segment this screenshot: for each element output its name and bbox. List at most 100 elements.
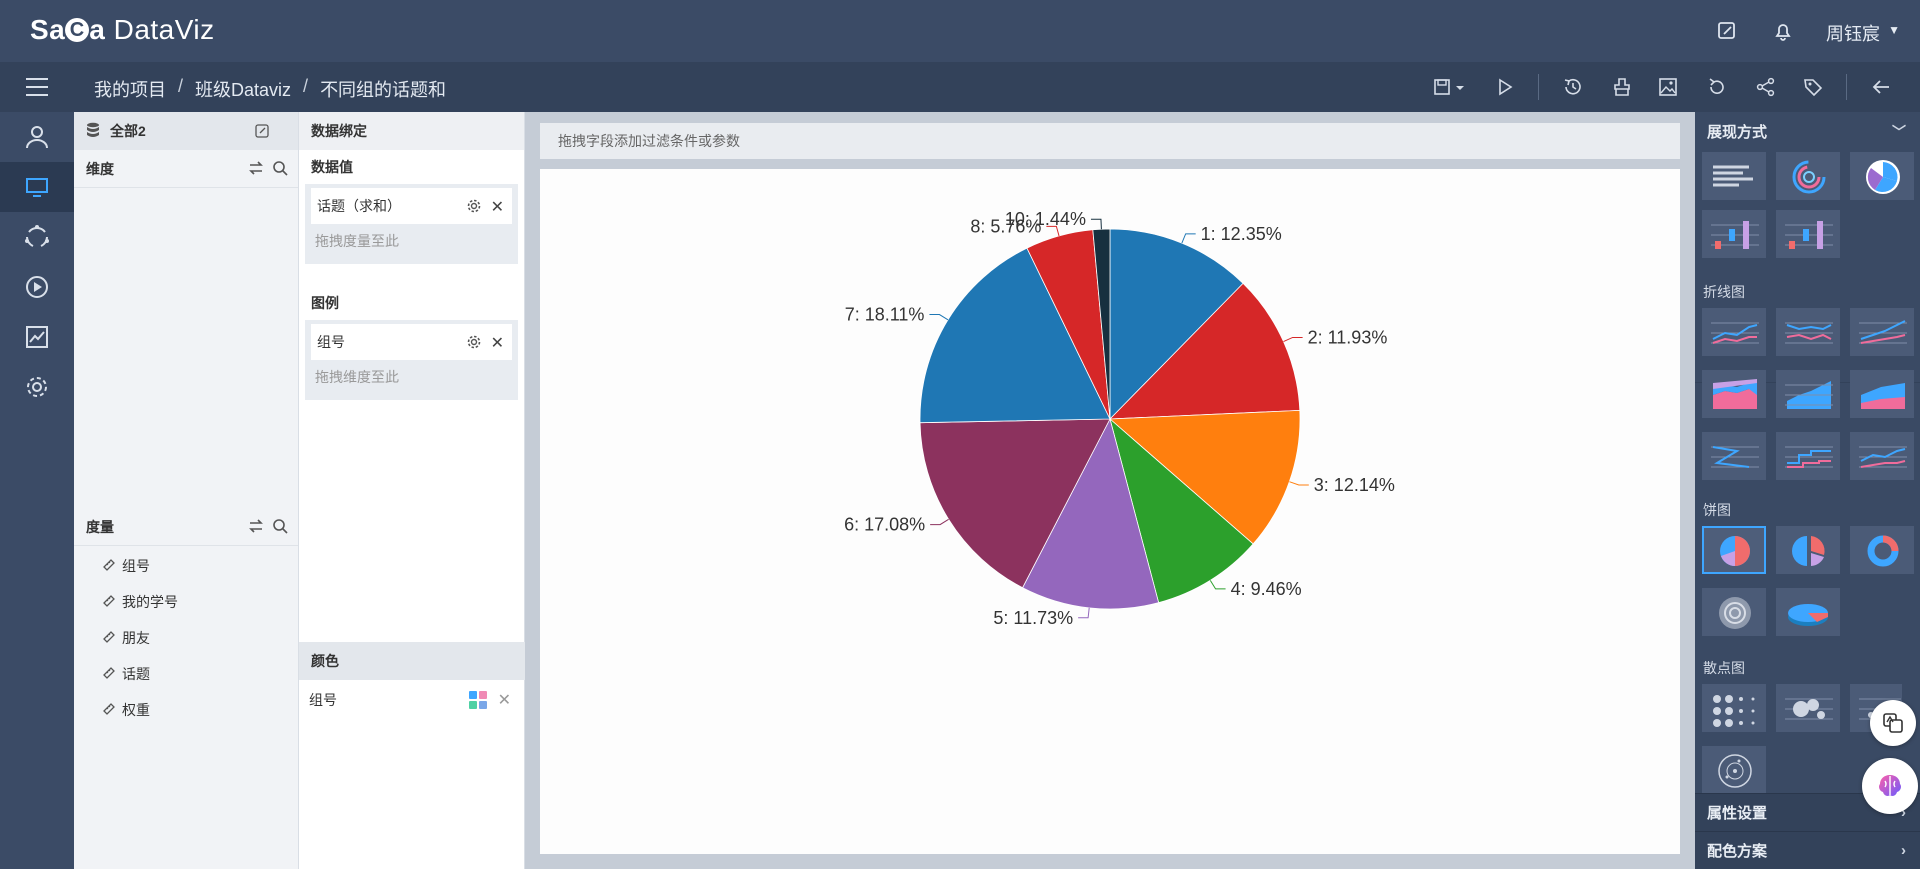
dimension-section-title: 维度 [74,150,298,188]
chart-thumb-step-line[interactable] [1776,432,1840,480]
search-icon[interactable] [272,160,288,179]
ruler-icon [102,558,116,575]
measure-section: 度量 组号 我的学号 朋友 话题 权重 [74,508,298,728]
dimension-title: 维度 [86,160,114,177]
swap-icon[interactable] [248,160,264,179]
breadcrumb-item-class[interactable]: 班级Dataviz [195,76,291,102]
gear-icon[interactable] [0,362,74,412]
chevron-down-icon[interactable]: ﹀ [1892,122,1906,142]
chart-thumb-waterfall[interactable] [1702,210,1766,258]
close-icon[interactable]: ✕ [491,333,504,353]
pie-leader-line [1209,580,1226,590]
chart-thumb-area[interactable] [1702,370,1766,418]
value-chip[interactable]: 话题（求和） ✕ [311,188,512,224]
display-mode-title: 展现方式 [1707,123,1768,141]
measure-field-item[interactable]: 组号 [74,548,298,584]
chart-thumb-waterfall-alt[interactable] [1776,210,1840,258]
chart-thumb-radial[interactable] [1776,152,1840,200]
cycle-icon[interactable] [0,212,74,262]
save-icon[interactable] [1432,76,1454,98]
color-title: 颜色 [299,642,525,680]
close-icon[interactable]: ✕ [498,690,511,710]
database-icon [86,122,100,141]
measure-field-item[interactable]: 朋友 [74,620,298,656]
legend-drop-hint: 拖拽维度至此 [315,369,399,385]
close-icon[interactable]: ✕ [491,197,504,217]
search-icon[interactable] [272,518,288,537]
history-icon[interactable] [1562,76,1584,98]
chart-thumb-line[interactable] [1702,308,1766,356]
gear-icon[interactable] [466,334,482,353]
chart-thumb-area-percent[interactable] [1850,370,1914,418]
legend-dropzone[interactable]: 组号 ✕ 拖拽维度至此 [305,320,518,400]
chart-thumb-pie-selected[interactable] [1702,526,1766,574]
chart-thumb-line-zigzag[interactable] [1702,432,1766,480]
logo[interactable]: Sa Ca DataViz [30,14,215,46]
play-icon[interactable] [1494,76,1516,98]
chart-thumb-line-dots[interactable] [1850,432,1914,480]
chart-thumb-line-rising[interactable] [1850,308,1914,356]
legend-chip-label: 组号 [317,334,345,350]
scatter-chart-category: 散点图 [1703,660,1745,676]
chart-thumb-line-multi[interactable] [1776,308,1840,356]
swap-icon[interactable] [248,518,264,537]
measure-title: 度量 [86,518,114,535]
play-circle-icon[interactable] [0,262,74,312]
breadcrumb: 我的项目 / 班级Dataviz / 不同组的话题和 [94,76,446,102]
chart-thumb-concentric[interactable] [1702,588,1766,636]
ai-assistant-brain-icon[interactable] [1862,758,1918,814]
binding-panel: 数据绑定 数据值 话题（求和） ✕ 拖拽度量至此 图例 组号 ✕ 拖拽维度至此 … [299,112,525,869]
palette-icon[interactable] [469,691,487,709]
bell-icon[interactable] [1772,20,1794,42]
chart-thumb-rose[interactable] [1850,152,1914,200]
breadcrumb-item-projects[interactable]: 我的项目 [94,76,166,102]
breadcrumb-item-current: 不同组的话题和 [320,80,447,100]
share-icon[interactable] [1755,76,1777,98]
refresh-icon[interactable] [1706,76,1728,98]
top-bar: Sa Ca DataViz 周钰宸 ▼ [0,0,1920,62]
chevron-right-icon[interactable]: › [1901,842,1906,859]
logo-text-dataviz: DataViz [105,14,215,45]
line-chart-category: 折线图 [1703,284,1745,300]
measure-label: 组号 [122,558,150,574]
measure-field-item[interactable]: 话题 [74,656,298,692]
chart-thumb-scatter[interactable] [1702,684,1766,732]
user-name[interactable]: 周钰宸 [1826,20,1880,46]
color-scheme-header[interactable]: 配色方案 › [1695,831,1920,869]
display-mode-header[interactable]: 展现方式 ﹀ [1695,112,1920,150]
menu-icon[interactable] [24,76,50,98]
measure-field-item[interactable]: 权重 [74,692,298,728]
color-field-row[interactable]: 组号 ✕ [299,680,525,720]
chart-thumb-radar-scatter[interactable] [1702,746,1766,794]
gear-icon[interactable] [466,198,482,217]
chart-thumb-pie-exploded[interactable] [1776,526,1840,574]
ruler-icon [102,594,116,611]
chart-thumb-donut[interactable] [1850,526,1914,574]
translate-icon[interactable] [1870,700,1916,746]
measure-field-item[interactable]: 我的学号 [74,584,298,620]
dataset-header[interactable]: 全部2 [74,112,298,150]
logo-text-c: C [65,18,90,42]
values-dropzone[interactable]: 话题（求和） ✕ 拖拽度量至此 [305,184,518,264]
user-icon[interactable] [0,112,74,162]
filter-dropzone[interactable]: 拖拽字段添加过滤条件或参数 [540,123,1680,159]
edit-icon[interactable] [254,123,270,142]
chart-thumb-area-stacked[interactable] [1776,370,1840,418]
trend-chart-icon[interactable] [0,312,74,362]
image-icon[interactable] [1657,76,1679,98]
measure-label: 朋友 [122,630,150,646]
edit-square-icon[interactable] [1716,20,1738,42]
chart-thumb-bubble[interactable] [1776,684,1840,732]
chart-thumb-pie-3d[interactable] [1776,588,1840,636]
caret-down-icon[interactable]: ▼ [1888,23,1900,37]
dashboard-icon[interactable] [0,162,74,212]
back-arrow-icon[interactable] [1870,76,1892,98]
pie-leader-line [1181,233,1196,244]
clear-icon[interactable] [1611,76,1633,98]
legend-chip[interactable]: 组号 ✕ [311,324,512,360]
breadcrumb-separator: / [178,76,184,96]
chart-thumb-table[interactable] [1702,152,1766,200]
tag-icon[interactable] [1802,76,1824,98]
values-drop-hint: 拖拽度量至此 [315,233,399,249]
save-dropdown-icon[interactable] [1454,76,1466,98]
